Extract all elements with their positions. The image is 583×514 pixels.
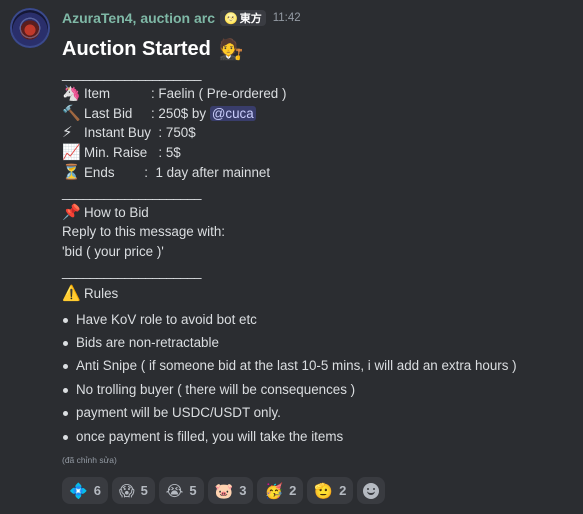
add-reaction-button[interactable] (357, 477, 386, 504)
author-avatar[interactable] (10, 8, 50, 48)
field-last-bid-text: Last Bid : 250$ by (84, 105, 210, 121)
chart-up-icon: 📈 (62, 144, 81, 162)
hourglass-icon: ⏳ (62, 163, 81, 181)
moon-icon: 🌝 (224, 12, 238, 25)
field-instant-buy: ⚡ Instant Buy : 750$ (62, 123, 572, 143)
reaction-button[interactable]: 😭 5 (158, 477, 204, 504)
message-timestamp[interactable]: 11:42 (273, 12, 301, 24)
reactions-bar: 💠 6 😱 5 😭 5 🐷 3 🥳 2 🫡 2 (62, 477, 386, 504)
how-to-bid-heading: 📌 How to Bid (62, 203, 572, 223)
rule-item: payment will be USDC/USDT only. (62, 401, 572, 424)
how-to-bid-line: Reply to this message with: (62, 224, 225, 240)
reaction-button[interactable]: 💠 6 (62, 477, 108, 504)
field-ends: ⏳ Ends : 1 day after mainnet (62, 163, 572, 183)
divider-line: ____________________ (62, 263, 201, 279)
field-min-raise: 📈 Min. Raise : 5$ (62, 143, 572, 163)
pig-icon: 🐷 (214, 482, 234, 500)
rules-list: Have KoV role to avoid bot etc Bids are … (62, 308, 572, 448)
reaction-button[interactable]: 🫡 2 (307, 477, 354, 504)
how-to-bid-line: 'bid ( your price )' (62, 244, 164, 260)
field-instant-buy-text: Instant Buy : 750$ (84, 125, 196, 141)
reaction-count: 5 (140, 483, 148, 498)
hammer-icon: 🔨 (62, 104, 81, 122)
warning-icon: ⚠️ (62, 284, 81, 302)
server-tag-label: 東方 (239, 13, 262, 25)
party-face-icon: 🥳 (264, 482, 284, 500)
unicorn-icon: 🦄 (62, 84, 81, 102)
rules-heading-text: Rules (84, 285, 119, 301)
message-header: AzuraTen4, auction arc 🌝 東方 11:42 (62, 8, 301, 28)
lightning-icon: ⚡ (62, 124, 73, 142)
user-mention[interactable]: @cuca (209, 105, 256, 121)
field-ends-text: Ends : 1 day after mainnet (84, 164, 271, 180)
how-to-bid-heading-text: How to Bid (84, 204, 149, 220)
field-item-text: Item : Faelin ( Pre-ordered ) (84, 85, 287, 101)
rule-item: Bids are non-retractable (62, 331, 572, 354)
crying-face-icon: 😭 (165, 482, 184, 500)
reaction-count: 5 (189, 483, 197, 498)
divider-line: ____________________ (62, 66, 201, 81)
sparkle-icon: 💠 (69, 482, 88, 500)
message-title: Auction Started 🧑‍⚖️ (62, 34, 572, 64)
anime-face-icon: 😱 (118, 482, 135, 500)
author-username[interactable]: AzuraTen4, auction arc (62, 10, 215, 26)
pushpin-icon: 📌 (62, 203, 81, 221)
reaction-count: 3 (239, 483, 247, 498)
message-content: Auction Started 🧑‍⚖️ ___________________… (62, 34, 572, 466)
salute-face-icon: 🫡 (314, 482, 334, 500)
rule-item: No trolling buyer ( there will be conseq… (62, 378, 572, 401)
reaction-count: 6 (93, 483, 101, 498)
reaction-count: 2 (339, 483, 347, 498)
field-min-raise-text: Min. Raise : 5$ (84, 145, 181, 161)
rule-item: Anti Snipe ( if someone bid at the last … (62, 354, 572, 377)
server-tag[interactable]: 🌝 東方 (220, 10, 266, 26)
reaction-button[interactable]: 🥳 2 (257, 477, 304, 504)
rules-heading: ⚠️ Rules (62, 284, 572, 304)
divider-line: ____________________ (62, 184, 201, 200)
edited-label: (đã chỉnh sửa) (62, 454, 117, 465)
reaction-button[interactable]: 😱 5 (111, 477, 155, 504)
field-last-bid: 🔨 Last Bid : 250$ by @cuca (62, 104, 572, 124)
field-item: 🦄 Item : Faelin ( Pre-ordered ) (62, 84, 572, 104)
rule-item: once payment is filled, you will take th… (62, 425, 572, 448)
title-text: Auction Started (62, 37, 211, 60)
smiley-icon (363, 482, 380, 499)
reaction-count: 2 (289, 483, 297, 498)
rule-item: Have KoV role to avoid bot etc (62, 308, 572, 331)
judge-icon: 🧑‍⚖️ (218, 38, 244, 61)
reaction-button[interactable]: 🐷 3 (207, 477, 254, 504)
